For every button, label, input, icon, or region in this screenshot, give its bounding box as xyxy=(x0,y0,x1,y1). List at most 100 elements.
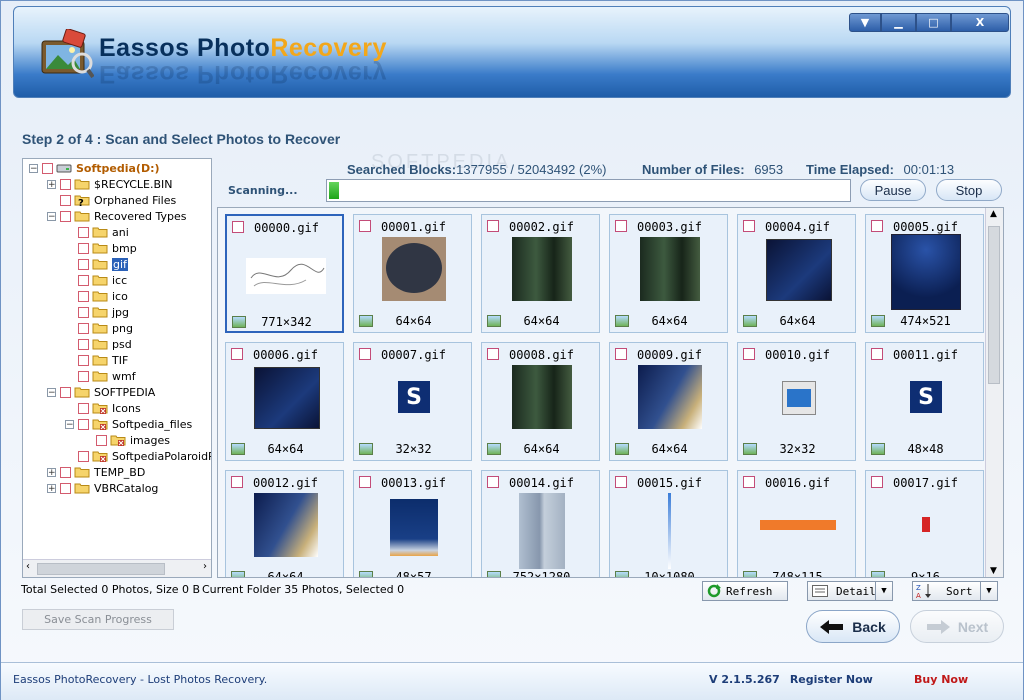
photo-thumbnail xyxy=(760,520,836,530)
tree-item-checkbox[interactable] xyxy=(78,450,89,462)
collapse-icon[interactable]: − xyxy=(29,163,38,173)
tree-item-checkbox[interactable] xyxy=(78,338,89,350)
expand-icon[interactable]: + xyxy=(47,483,56,493)
chevron-down-icon[interactable]: ▼ xyxy=(980,582,997,600)
tree-item[interactable]: SoftpediaPolaroidPu xyxy=(65,448,211,464)
collapse-icon[interactable]: − xyxy=(47,387,56,397)
tree-item-checkbox[interactable] xyxy=(78,370,89,382)
tree-item[interactable]: jpg xyxy=(65,304,129,320)
arrow-right-icon xyxy=(926,619,950,634)
photo-thumbnail xyxy=(638,365,702,429)
pause-button[interactable]: Pause xyxy=(860,179,926,201)
photo-tile[interactable]: 00017.gif 9×16 xyxy=(865,470,984,577)
photo-tile[interactable]: 00012.gif 64×64 xyxy=(225,470,344,577)
back-button[interactable]: Back xyxy=(806,610,900,643)
photo-tile[interactable]: 00015.gif 10×1080 xyxy=(609,470,728,577)
scroll-right-icon[interactable]: › xyxy=(203,561,207,572)
photo-tile[interactable]: 00014.gif 752×1280 xyxy=(481,470,600,577)
tree-item-checkbox[interactable] xyxy=(60,178,71,190)
tree-item[interactable]: psd xyxy=(65,336,132,352)
expand-icon[interactable]: + xyxy=(47,179,56,189)
tree-item[interactable]: − Softpedia(D:) xyxy=(29,160,160,176)
tree-item-checkbox[interactable] xyxy=(42,162,53,174)
photo-tile[interactable]: 00007.gif S 32×32 xyxy=(353,342,472,461)
photo-tile[interactable]: 00005.gif 474×521 xyxy=(865,214,984,333)
tree-item[interactable]: ani xyxy=(65,224,129,240)
stop-button[interactable]: Stop xyxy=(936,179,1002,201)
tree-item-checkbox[interactable] xyxy=(78,290,89,302)
tree-item[interactable]: png xyxy=(65,320,133,336)
grid-vertical-scrollbar[interactable]: ▲ ▼ xyxy=(985,208,1003,577)
tree-item[interactable]: Icons xyxy=(65,400,141,416)
tree-item[interactable]: + $RECYCLE.BIN xyxy=(47,176,172,192)
tree-item-checkbox[interactable] xyxy=(78,306,89,318)
photo-filename: 00015.gif xyxy=(636,476,703,490)
tree-item-checkbox[interactable] xyxy=(78,418,89,430)
close-button[interactable]: X xyxy=(951,13,1009,32)
buy-now-link[interactable]: Buy Now xyxy=(914,673,968,686)
tree-item[interactable]: + TEMP_BD xyxy=(47,464,145,480)
tree-item-checkbox[interactable] xyxy=(78,258,89,270)
sort-dropdown[interactable]: ZA Sort ▼ xyxy=(912,581,998,601)
register-now-link[interactable]: Register Now xyxy=(790,673,873,686)
chevron-down-icon[interactable]: ▼ xyxy=(875,582,892,600)
tree-horizontal-scrollbar[interactable]: ‹ › xyxy=(23,559,211,577)
tree-item-checkbox[interactable] xyxy=(78,402,89,414)
maximize-button[interactable]: □ xyxy=(916,13,951,32)
tree-item[interactable]: images xyxy=(83,432,170,448)
tree-item-checkbox[interactable] xyxy=(78,354,89,366)
tree-item-checkbox[interactable] xyxy=(60,194,71,206)
tree-item-checkbox[interactable] xyxy=(60,386,71,398)
scroll-left-icon[interactable]: ‹ xyxy=(26,561,30,572)
scroll-down-icon[interactable]: ▼ xyxy=(990,566,997,576)
tree-item-checkbox[interactable] xyxy=(96,434,107,446)
scroll-thumb[interactable] xyxy=(988,226,1000,384)
photo-tile[interactable]: 00004.gif 64×64 xyxy=(737,214,856,333)
photo-grid[interactable]: ▲ ▼ 00000.gif 771×342 00001.gif 64×64 00002.… xyxy=(217,207,1004,578)
tree-item[interactable]: wmf xyxy=(65,368,136,384)
photo-thumbnail xyxy=(519,493,565,569)
refresh-button[interactable]: Refresh xyxy=(702,581,788,601)
tree-item[interactable]: bmp xyxy=(65,240,137,256)
photo-tile[interactable]: 00000.gif 771×342 xyxy=(225,214,344,333)
tree-item[interactable]: ? Orphaned Files xyxy=(47,192,176,208)
tree-item[interactable]: + VBRCatalog xyxy=(47,480,158,496)
tree-item[interactable]: icc xyxy=(65,272,127,288)
tree-item-checkbox[interactable] xyxy=(78,274,89,286)
tree-item[interactable]: TIF xyxy=(65,352,128,368)
collapse-icon[interactable]: − xyxy=(47,211,56,221)
tree-item-checkbox[interactable] xyxy=(78,242,89,254)
photo-tile[interactable]: 00001.gif 64×64 xyxy=(353,214,472,333)
photo-tile[interactable]: 00016.gif 748×115 xyxy=(737,470,856,577)
tree-item[interactable]: gif xyxy=(65,256,128,272)
tree-item[interactable]: − Recovered Types xyxy=(47,208,187,224)
view-mode-dropdown[interactable]: Detail ▼ xyxy=(807,581,893,601)
menu-dropdown-button[interactable]: ▼ xyxy=(849,13,881,32)
scroll-up-icon[interactable]: ▲ xyxy=(990,209,997,219)
collapse-icon[interactable]: − xyxy=(65,419,74,429)
save-scan-progress-button[interactable]: Save Scan Progress xyxy=(22,609,174,630)
tree-item[interactable]: − SOFTPEDIA xyxy=(47,384,155,400)
photo-tile[interactable]: 00013.gif 48×57 xyxy=(353,470,472,577)
minimize-button[interactable]: ▁ xyxy=(881,13,916,32)
scroll-thumb[interactable] xyxy=(37,563,165,575)
photo-tile[interactable]: 00006.gif 64×64 xyxy=(225,342,344,461)
photo-tile[interactable]: 00002.gif 64×64 xyxy=(481,214,600,333)
tree-item-checkbox[interactable] xyxy=(78,322,89,334)
tree-item[interactable]: ico xyxy=(65,288,128,304)
photo-tile[interactable]: 00003.gif 64×64 xyxy=(609,214,728,333)
sort-label: Sort xyxy=(946,584,973,598)
next-button[interactable]: Next xyxy=(910,610,1004,643)
photo-tile[interactable]: 00011.gif S 48×48 xyxy=(865,342,984,461)
photo-tile[interactable]: 00008.gif 64×64 xyxy=(481,342,600,461)
photo-tile[interactable]: 00010.gif 32×32 xyxy=(737,342,856,461)
folder-tree[interactable]: ‹ › − Softpedia(D:) + $RECYCLE.BIN? Orphaned… xyxy=(22,158,212,578)
tree-item-checkbox[interactable] xyxy=(60,210,71,222)
tree-item-checkbox[interactable] xyxy=(60,482,71,494)
expand-icon[interactable]: + xyxy=(47,467,56,477)
tree-item-checkbox[interactable] xyxy=(78,226,89,238)
image-icon xyxy=(359,315,373,327)
photo-tile[interactable]: 00009.gif 64×64 xyxy=(609,342,728,461)
tree-item[interactable]: − Softpedia_files xyxy=(65,416,192,432)
tree-item-checkbox[interactable] xyxy=(60,466,71,478)
